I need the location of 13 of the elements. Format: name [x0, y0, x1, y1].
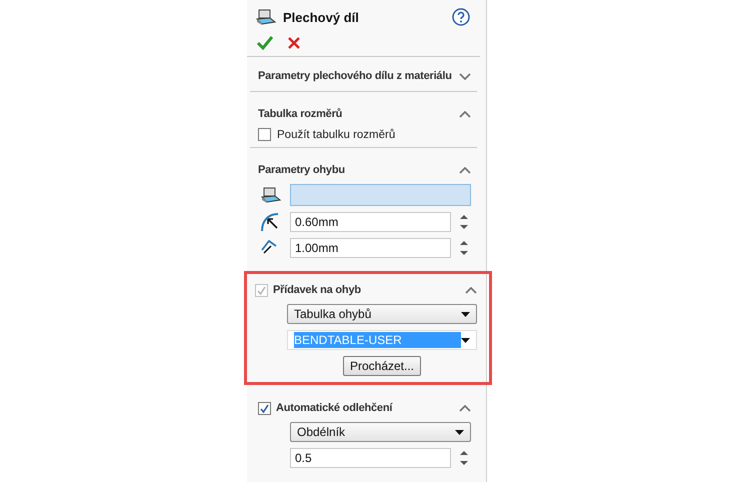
- section-title: Parametry ohybu: [258, 164, 346, 176]
- section-title: Přídavek na ohyb: [273, 284, 362, 296]
- dropdown[interactable]: Obdélník: [290, 422, 471, 442]
- checkbox-label: Použít tabulku rozměrů: [277, 128, 396, 140]
- panel-title: Plechový díl: [283, 10, 360, 24]
- section-title: Automatické odlehčení: [276, 402, 394, 414]
- number-field[interactable]: 1.00mm: [290, 238, 451, 258]
- browse-button[interactable]: Procházet...: [342, 356, 422, 376]
- number-field[interactable]: 0.60mm: [290, 212, 451, 232]
- number-field[interactable]: 0.5: [290, 448, 451, 468]
- section-title: Parametry plechového dílu z materiálu: [258, 70, 453, 82]
- section-title: Tabulka rozměrů: [258, 108, 344, 120]
- dropdown[interactable]: Tabulka ohybů: [287, 304, 477, 324]
